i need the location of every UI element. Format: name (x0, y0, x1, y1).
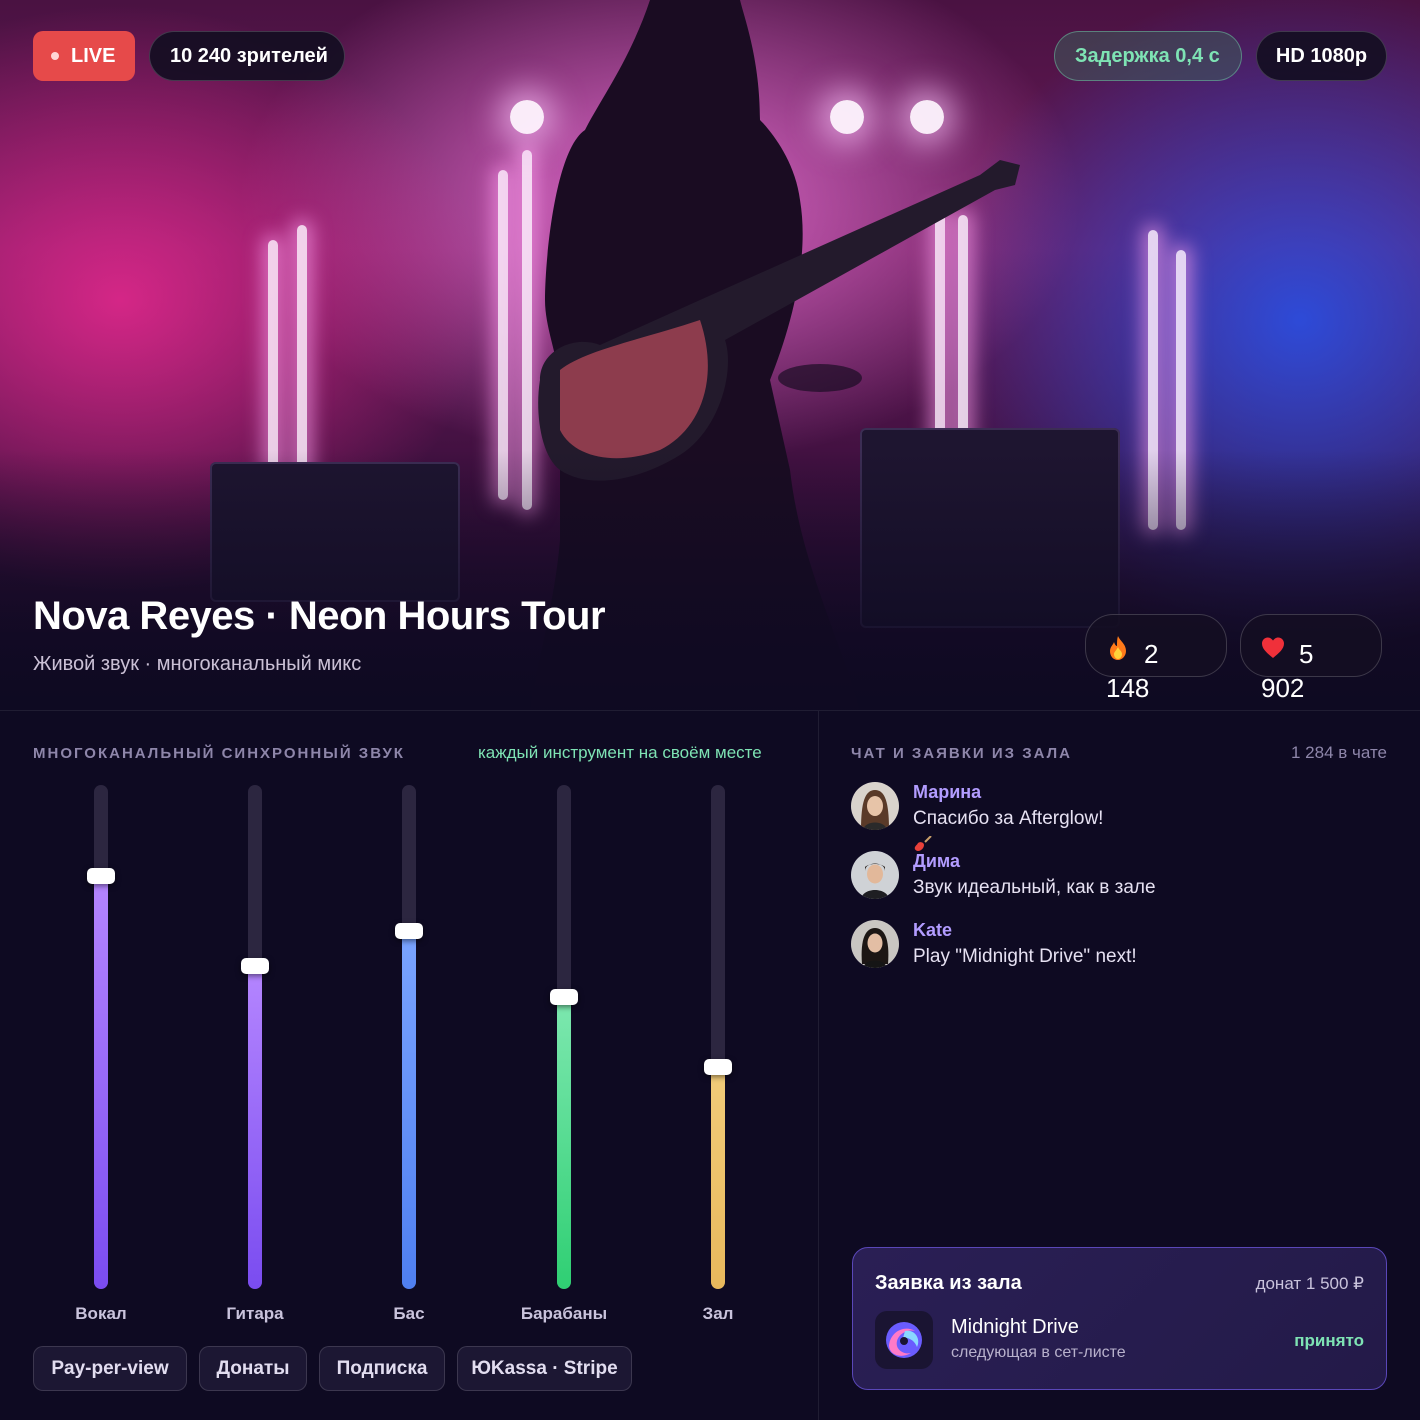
quality-selector[interactable]: HD 1080p (1256, 31, 1387, 81)
latency-badge: Задержка 0,4 с (1054, 31, 1242, 81)
fader-fill (557, 997, 571, 1289)
fader-hall[interactable] (704, 785, 732, 1289)
fader-guitar[interactable] (241, 785, 269, 1289)
chat-text: Спасибо за Afterglow! (913, 808, 1104, 829)
heart-reaction-button[interactable]: 5 902 (1240, 614, 1382, 703)
avatar-icon (851, 782, 899, 830)
panel-divider (818, 711, 819, 1420)
fader-label-vocal: Вокал (75, 1304, 127, 1323)
fire-reaction-button[interactable]: 2 148 (1085, 614, 1227, 703)
chat-author: Дима (913, 851, 960, 871)
viewer-count: 10 240 зрителей (170, 44, 328, 67)
chat-section-title: Чат и заявки из зала (851, 745, 1072, 762)
music-disc-icon (886, 1322, 922, 1358)
avatar[interactable] (851, 851, 899, 899)
fader-label-hall: Зал (702, 1304, 734, 1323)
fader-fill (94, 876, 108, 1289)
chat-text: Play "Midnight Drive" next! (913, 946, 1137, 967)
fader-fill (711, 1067, 725, 1289)
fader-thumb[interactable] (550, 989, 578, 1005)
request-song: Midnight Drive (951, 1316, 1079, 1338)
fader-label-guitar: Гитара (226, 1304, 284, 1323)
chat-count: 1 284 в чате (1290, 743, 1387, 762)
live-badge: LIVE (33, 31, 135, 81)
avatar-icon (851, 920, 899, 968)
live-label: LIVE (71, 44, 116, 67)
song-cover (875, 1311, 933, 1369)
avatar[interactable] (851, 920, 899, 968)
fire-count: 2 148 (1106, 639, 1159, 703)
tag-subscription[interactable]: Подписка (319, 1346, 445, 1391)
request-note: следующая в сет-листе (951, 1344, 1126, 1361)
stream-video[interactable]: LIVE 10 240 зрителей Задержка 0,4 с HD 1… (0, 0, 1420, 710)
fader-fill (248, 966, 262, 1289)
mixer-section-title: Многоканальный синхронный звук (33, 745, 405, 762)
stream-subtitle: Живой звук · многоканальный микс (33, 653, 362, 675)
fader-thumb[interactable] (87, 868, 115, 884)
tag-payment-providers[interactable]: ЮKassa · Stripe (457, 1346, 632, 1391)
fader-thumb[interactable] (241, 958, 269, 974)
request-title: Заявка из зала (875, 1272, 1022, 1294)
latency-value: Задержка 0,4 с (1075, 44, 1220, 67)
fader-bass[interactable] (395, 785, 423, 1289)
heart-count: 5 902 (1261, 639, 1314, 703)
bottom-panel: Многоканальный синхронный звук каждый ин… (0, 710, 1420, 1420)
chat-author: Kate (913, 920, 953, 940)
guitar-icon (914, 836, 932, 851)
avatar-icon (851, 851, 899, 899)
quality-value: HD 1080p (1275, 44, 1368, 67)
avatar[interactable] (851, 782, 899, 830)
fader-label-drums: Барабаны (520, 1304, 608, 1323)
live-dot-icon (51, 52, 59, 60)
fader-drums[interactable] (550, 785, 578, 1289)
viewer-count-badge: 10 240 зрителей (149, 31, 345, 81)
request-status: принято (1294, 1331, 1364, 1350)
chat-text: Звук идеальный, как в зале (913, 877, 1156, 898)
stream-title: Nova Reyes · Neon Hours Tour (33, 594, 606, 638)
tag-donations[interactable]: Донаты (199, 1346, 307, 1391)
fader-thumb[interactable] (704, 1059, 732, 1075)
fader-thumb[interactable] (395, 923, 423, 939)
fader-vocal[interactable] (87, 785, 115, 1289)
chat-author: Марина (913, 782, 982, 802)
fader-label-bass: Бас (393, 1304, 425, 1323)
mixer-note: каждый инструмент на своём месте (478, 743, 762, 762)
tag-pay-per-view[interactable]: Pay-per-view (33, 1346, 187, 1391)
song-request-card[interactable]: Заявка из зала донат 1 500 ₽ Midnight Dr… (852, 1247, 1387, 1390)
fader-fill (402, 931, 416, 1289)
request-donation: донат 1 500 ₽ (1255, 1274, 1364, 1293)
